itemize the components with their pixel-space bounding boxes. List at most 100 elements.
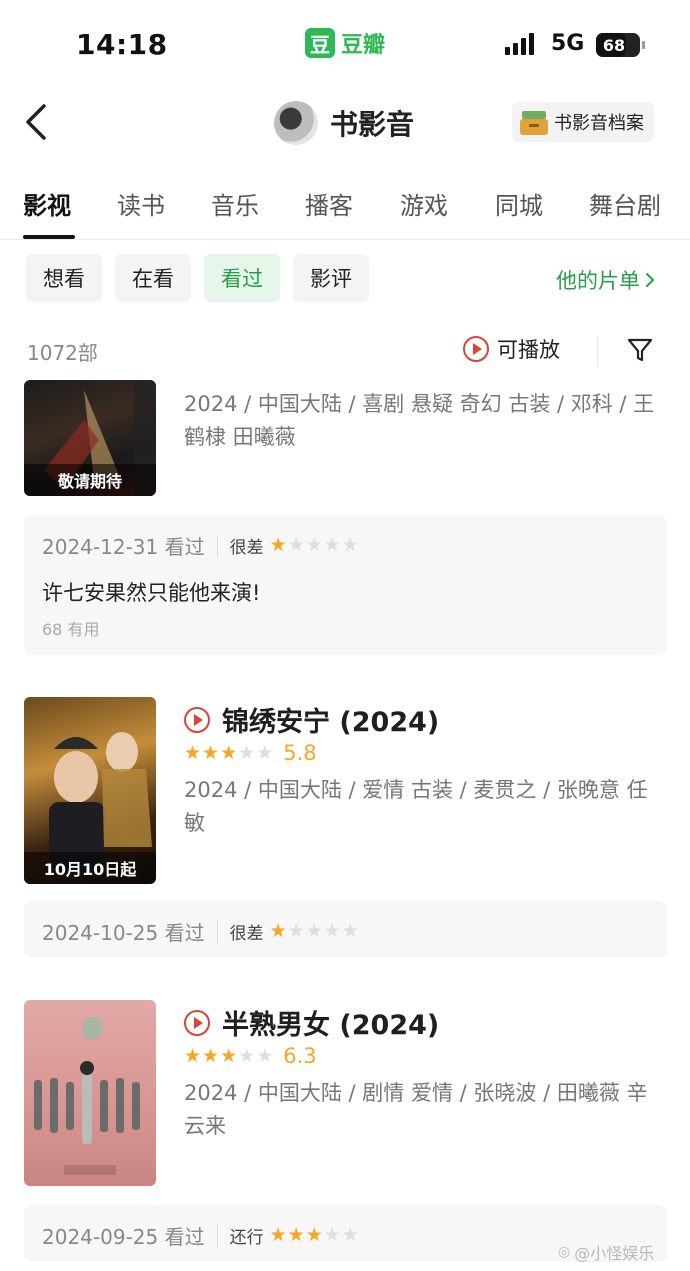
star-empty-icon: ★ xyxy=(256,741,274,764)
rating-level: 很差 xyxy=(229,924,264,944)
useful-count[interactable]: 68 有用 xyxy=(42,616,99,640)
star-empty-icon: ★ xyxy=(287,534,305,556)
review-header: 2024-12-31 看过 很差 ★ ★ ★ ★ ★ xyxy=(42,531,359,560)
result-count: 1072部 xyxy=(27,341,98,365)
network-label: 5G xyxy=(551,31,585,56)
item-meta: 2024 / 中国大陆 / 爱情 古装 / 麦贯之 / 张晚意 任敏 xyxy=(184,778,648,835)
douban-logo-text: 豆瓣 xyxy=(341,33,386,58)
star-empty-icon: ★ xyxy=(305,534,323,556)
review-header: 2024-10-25 看过 很差 ★ ★ ★ ★ ★ xyxy=(42,917,359,946)
tab-film[interactable]: 影视 xyxy=(23,186,71,221)
signal-icon xyxy=(505,33,534,55)
play-icon xyxy=(184,1009,210,1036)
star-filled-icon: ★ xyxy=(202,741,220,764)
review-text: 许七安果然只能他来演! xyxy=(42,581,261,605)
douban-rating-stars: ★ ★ ★ ★ ★ xyxy=(184,1044,274,1067)
chip-watched[interactable]: 看过 xyxy=(204,254,280,302)
douban-score: 6.3 xyxy=(283,1044,317,1068)
star-filled-icon: ★ xyxy=(269,1224,287,1246)
his-list-link[interactable]: 他的片单 xyxy=(556,265,656,295)
star-empty-icon: ★ xyxy=(256,1044,274,1067)
rating-level: 很差 xyxy=(229,538,264,558)
star-empty-icon: ★ xyxy=(341,534,359,556)
avatar[interactable] xyxy=(274,101,318,145)
archive-label: 书影音档案 xyxy=(554,113,644,134)
star-empty-icon: ★ xyxy=(323,534,341,556)
his-list-label: 他的片单 xyxy=(556,269,640,293)
star-empty-icon: ★ xyxy=(238,741,256,764)
playable-filter-button[interactable]: 可播放 xyxy=(463,334,560,364)
tab-stage[interactable]: 舞台剧 xyxy=(589,186,661,221)
page-title: 书影音 xyxy=(330,108,415,141)
user-rating-stars: ★ ★ ★ ★ ★ xyxy=(270,536,359,555)
user-rating-stars: ★ ★ ★ ★ ★ xyxy=(270,1226,359,1245)
back-arrow-icon[interactable] xyxy=(20,100,56,144)
watermark-text: @小怪娱乐 xyxy=(574,1244,655,1263)
rating-row: ★ ★ ★ ★ ★ 5.8 xyxy=(184,741,317,765)
poster-image[interactable]: 10月10日起 xyxy=(24,697,156,884)
poster-badge: 敬请期待 xyxy=(24,464,156,496)
douban-score: 5.8 xyxy=(283,741,317,765)
item-title-link[interactable]: 半熟男女 (2024) xyxy=(184,1003,439,1042)
user-rating-stars: ★ ★ ★ ★ ★ xyxy=(270,922,359,941)
star-filled-icon: ★ xyxy=(220,741,238,764)
douban-rating-stars: ★ ★ ★ ★ ★ xyxy=(184,741,274,764)
chip-watching[interactable]: 在看 xyxy=(115,254,191,302)
archive-box-icon xyxy=(520,109,548,135)
star-empty-icon: ★ xyxy=(305,920,323,942)
divider xyxy=(597,336,598,366)
watched-date: 2024-12-31 看过 xyxy=(42,535,205,559)
star-filled-icon: ★ xyxy=(184,741,202,764)
category-tabs: 影视 读书 音乐 播客 游戏 同城 舞台剧 xyxy=(0,180,690,240)
play-icon xyxy=(463,336,489,362)
tab-podcast[interactable]: 播客 xyxy=(305,186,353,221)
tab-music[interactable]: 音乐 xyxy=(211,186,259,221)
star-filled-icon: ★ xyxy=(287,1224,305,1246)
star-empty-icon: ★ xyxy=(323,920,341,942)
chip-reviews[interactable]: 影评 xyxy=(293,254,369,302)
review-card: 2024-10-25 看过 很差 ★ ★ ★ ★ ★ xyxy=(24,901,667,958)
playable-label: 可播放 xyxy=(497,338,560,362)
weibo-icon: ◎ xyxy=(558,1244,571,1260)
rating-level: 还行 xyxy=(229,1228,264,1248)
star-empty-icon: ★ xyxy=(341,1224,359,1246)
star-filled-icon: ★ xyxy=(305,1224,323,1246)
battery-level: 68 xyxy=(602,35,626,55)
star-filled-icon: ★ xyxy=(220,1044,238,1067)
battery-icon: 68 xyxy=(596,33,645,57)
chevron-right-icon xyxy=(646,273,654,287)
tab-local[interactable]: 同城 xyxy=(495,186,543,221)
douban-logo-icon: 豆 xyxy=(305,28,335,58)
item-title: 锦绣安宁 (2024) xyxy=(222,707,440,738)
item-title-link[interactable]: 锦绣安宁 (2024) xyxy=(184,700,439,739)
poster-image[interactable]: 敬请期待 xyxy=(24,380,156,496)
watched-date: 2024-09-25 看过 xyxy=(42,1225,205,1249)
item-meta: 2024 / 中国大陆 / 喜剧 悬疑 奇幻 古装 / 邓科 / 王鹤棣 田曦薇 xyxy=(184,392,655,449)
nav-title-group: 书影音 xyxy=(274,101,414,145)
star-filled-icon: ★ xyxy=(184,1044,202,1067)
active-tab-indicator xyxy=(23,235,75,239)
chip-want[interactable]: 想看 xyxy=(26,254,102,302)
star-empty-icon: ★ xyxy=(238,1044,256,1067)
filter-funnel-icon[interactable] xyxy=(626,336,654,364)
watermark: ◎ @小怪娱乐 xyxy=(558,1240,654,1264)
watched-date: 2024-10-25 看过 xyxy=(42,921,205,945)
tab-games[interactable]: 游戏 xyxy=(400,186,448,221)
status-bar: 14:18 豆 豆瓣 5G 68 xyxy=(0,0,690,88)
star-empty-icon: ★ xyxy=(341,920,359,942)
play-icon xyxy=(184,706,210,733)
poster-badge: 10月10日起 xyxy=(24,852,156,884)
rating-row: ★ ★ ★ ★ ★ 6.3 xyxy=(184,1044,317,1068)
status-time: 14:18 xyxy=(76,28,168,61)
tab-books[interactable]: 读书 xyxy=(117,186,165,221)
star-empty-icon: ★ xyxy=(323,1224,341,1246)
star-filled-icon: ★ xyxy=(202,1044,220,1067)
item-meta: 2024 / 中国大陆 / 剧情 爱情 / 张晓波 / 田曦薇 辛云来 xyxy=(184,1081,648,1138)
archive-button[interactable]: 书影音档案 xyxy=(512,102,654,142)
poster-image[interactable] xyxy=(24,1000,156,1186)
star-filled-icon: ★ xyxy=(269,534,287,556)
item-title: 半熟男女 (2024) xyxy=(222,1010,440,1041)
review-card: 2024-12-31 看过 很差 ★ ★ ★ ★ ★ 许七安果然只能他来演! 68 有用 xyxy=(24,515,667,655)
poster-artwork xyxy=(34,1016,140,1175)
star-empty-icon: ★ xyxy=(287,920,305,942)
